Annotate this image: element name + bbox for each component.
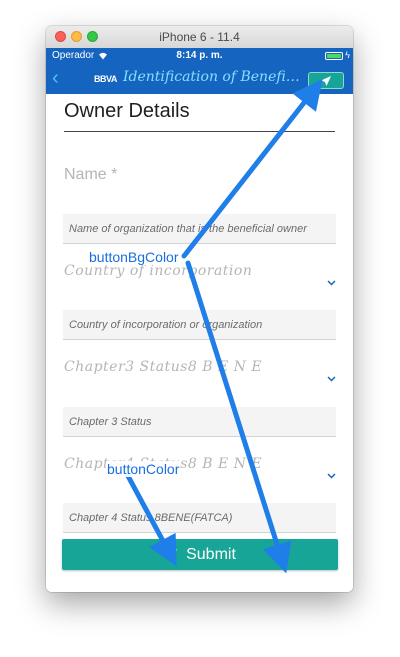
country-label: Country of incorporation xyxy=(64,263,253,279)
back-arrow-icon[interactable]: ‹ xyxy=(52,68,59,88)
section-title: Owner Details xyxy=(64,100,190,122)
country-field-box xyxy=(63,310,336,340)
status-bar: Operador 8:14 p. m. ϟ xyxy=(46,48,353,64)
clock: 8:14 p. m. xyxy=(176,50,223,61)
name-input[interactable] xyxy=(63,214,336,243)
window-title: iPhone 6 - 11.4 xyxy=(159,30,240,44)
battery-icon xyxy=(325,52,343,60)
navigation-bar: ‹ BBVA Identification of Beneficial Owne… xyxy=(46,64,353,94)
window-titlebar: iPhone 6 - 11.4 xyxy=(46,26,353,49)
send-top-button[interactable] xyxy=(308,72,344,89)
annotation-button-bg-color: buttonBgColor xyxy=(88,249,180,265)
country-input[interactable] xyxy=(63,310,336,339)
chapter3-field-box xyxy=(63,407,336,437)
send-icon xyxy=(321,75,331,86)
submit-button[interactable]: Submit xyxy=(62,539,338,570)
section-divider xyxy=(64,131,335,132)
nav-title: Identification of Beneficial Owner xyxy=(123,69,303,85)
chevron-down-icon[interactable] xyxy=(327,280,336,286)
chapter4-input[interactable] xyxy=(63,503,336,532)
name-label: Name * xyxy=(64,166,118,183)
chevron-down-icon[interactable] xyxy=(327,376,336,382)
charging-icon: ϟ xyxy=(345,50,350,60)
send-icon xyxy=(165,548,178,561)
chapter4-field-box xyxy=(63,503,336,533)
name-field-box xyxy=(63,214,336,244)
chapter3-label: Chapter3 Status8 B E N E xyxy=(64,359,263,375)
submit-label: Submit xyxy=(186,545,236,563)
simulator-window: iPhone 6 - 11.4 Operador 8:14 p. m. ϟ ‹ … xyxy=(46,26,353,592)
owner-details-form: Owner Details Name * Country of incorpor… xyxy=(46,94,353,592)
chevron-down-icon[interactable] xyxy=(327,473,336,479)
bbva-logo: BBVA xyxy=(94,74,117,84)
annotation-button-color: buttonColor xyxy=(106,461,181,477)
chapter3-input[interactable] xyxy=(63,407,336,436)
